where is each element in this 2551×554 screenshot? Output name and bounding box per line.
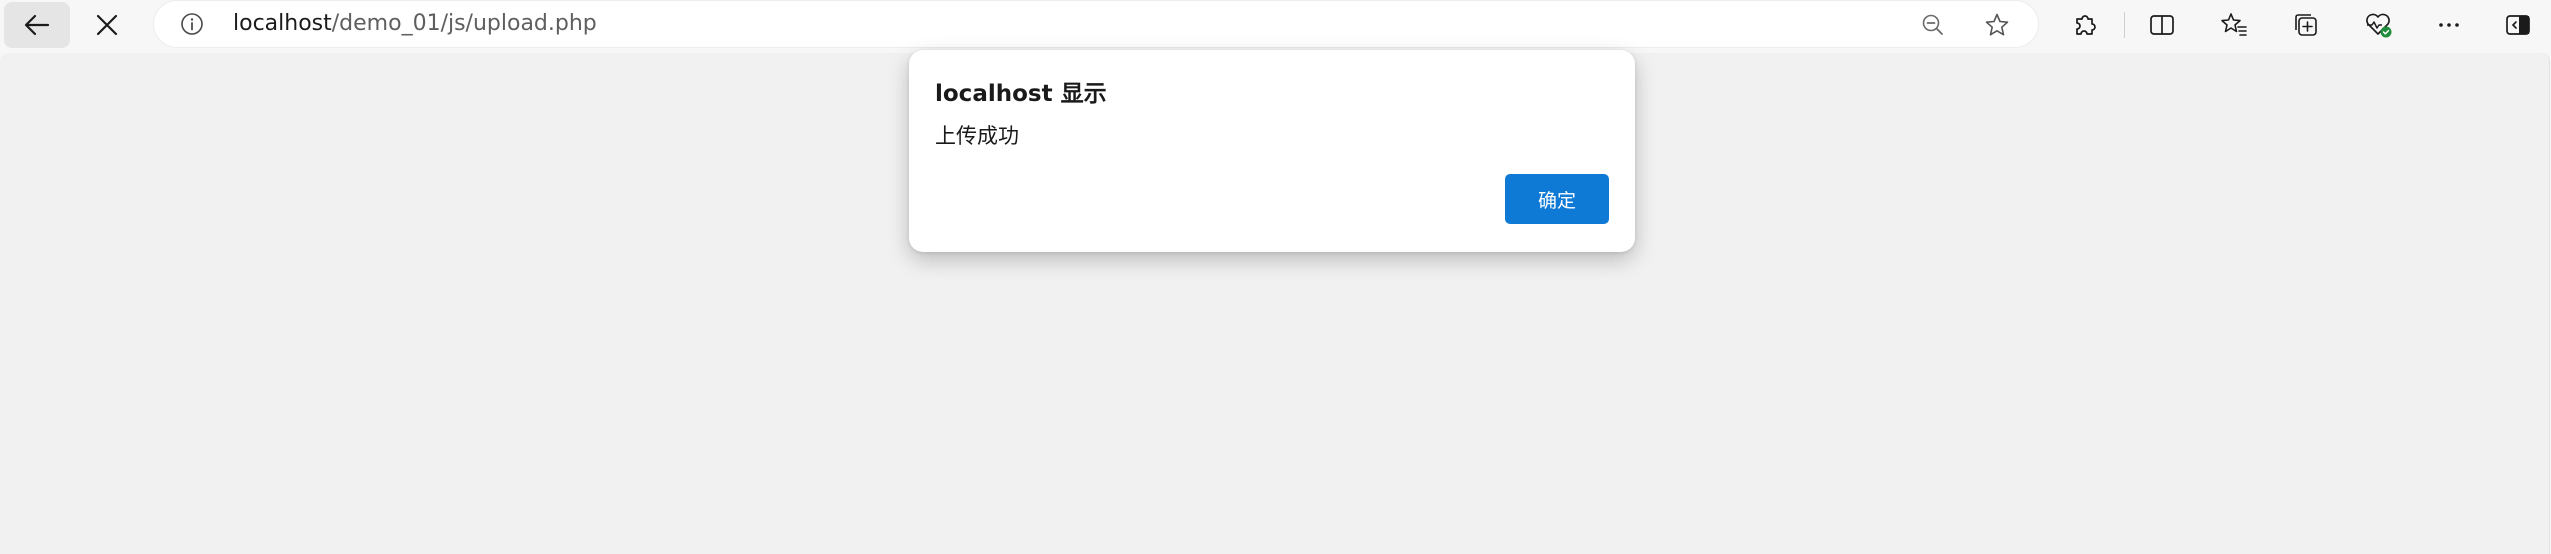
info-icon[interactable]: [180, 12, 204, 36]
collections-button[interactable]: [2290, 9, 2322, 41]
browser-toolbar: localhost/demo_01/js/upload.php: [0, 0, 2551, 50]
more-button[interactable]: [2433, 9, 2465, 41]
split-screen-icon: [2150, 15, 2174, 35]
browser-essentials-icon: [2366, 13, 2392, 38]
extensions-button[interactable]: [2069, 9, 2101, 41]
back-button[interactable]: [4, 2, 70, 48]
ok-button[interactable]: 确定: [1505, 174, 1609, 224]
sidebar-button[interactable]: [2502, 9, 2534, 41]
zoom-out-icon[interactable]: [1920, 12, 1946, 38]
url-text[interactable]: localhost/demo_01/js/upload.php: [233, 11, 597, 37]
url-host: localhost: [233, 11, 332, 36]
address-bar[interactable]: localhost/demo_01/js/upload.php: [154, 1, 2038, 47]
puzzle-icon: [2076, 15, 2096, 35]
close-icon: [96, 14, 118, 36]
url-path: /demo_01/js/upload.php: [331, 11, 597, 36]
stop-loading-button[interactable]: [74, 2, 140, 48]
collections-icon: [2295, 14, 2317, 36]
sidebar-icon: [2506, 15, 2530, 35]
more-icon: [2439, 23, 2459, 27]
split-screen-button[interactable]: [2146, 9, 2178, 41]
favorites-icon: [2221, 13, 2247, 36]
alert-dialog: localhost 显示 上传成功 确定: [909, 50, 1635, 252]
dialog-message: 上传成功: [935, 124, 1019, 148]
back-arrow-icon: [24, 14, 50, 36]
dialog-title: localhost 显示: [935, 81, 1107, 107]
toolbar-divider: [2124, 12, 2125, 38]
browser-essentials-button[interactable]: [2362, 9, 2394, 41]
favorites-button[interactable]: [2218, 9, 2250, 41]
star-icon[interactable]: [1984, 12, 2010, 38]
